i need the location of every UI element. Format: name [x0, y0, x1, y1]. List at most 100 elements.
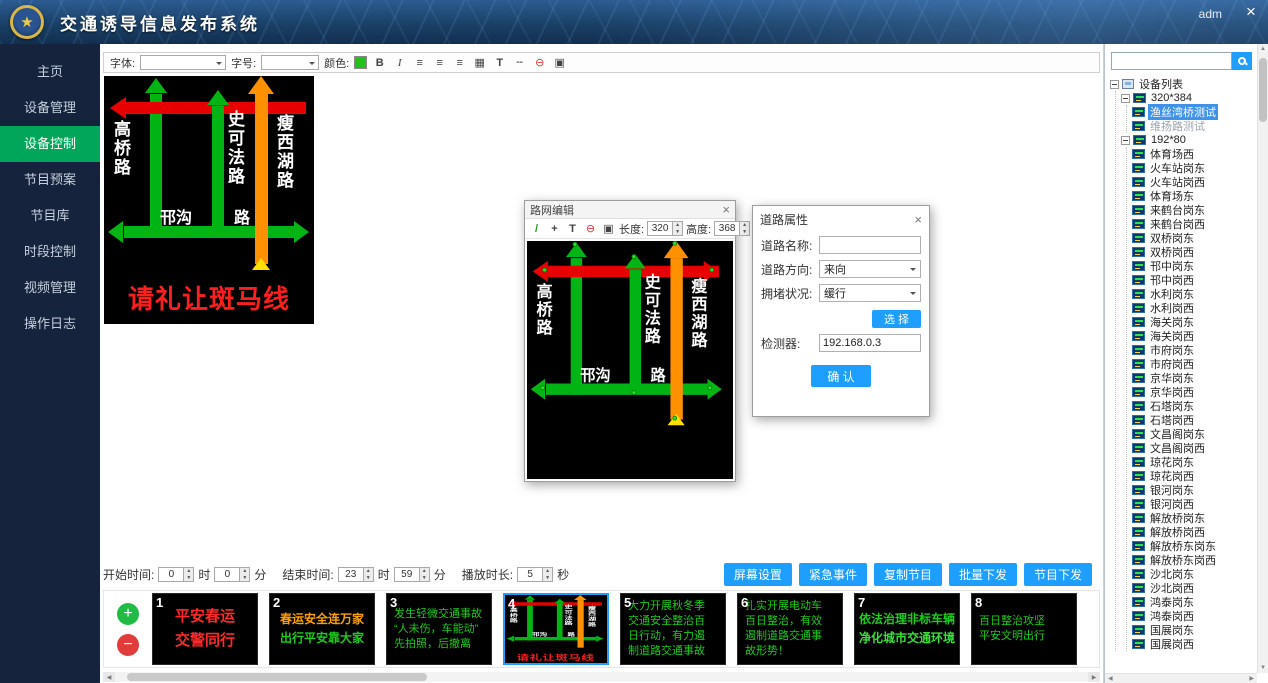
control-point[interactable]	[672, 416, 677, 421]
align-center-button[interactable]: ≡	[432, 55, 447, 70]
program-thumbnail-6[interactable]: 6 扎实开展电动车 百日整治，有效 遏制道路交通事 故形势！	[737, 593, 843, 665]
end-minute-input[interactable]: 59 ▲▼	[394, 567, 430, 582]
device-tree-item[interactable]: 石塔岗西	[1132, 413, 1255, 427]
action-button[interactable]: 屏幕设置	[724, 563, 792, 586]
device-tree-item[interactable]: 解放桥岗西	[1132, 525, 1255, 539]
spacing-button[interactable]: ╌	[512, 55, 527, 70]
device-tree-item[interactable]: 来鹤台岗西	[1132, 217, 1255, 231]
device-tree-item[interactable]: 鸿泰岗西	[1132, 609, 1255, 623]
control-point[interactable]	[708, 385, 713, 390]
sidebar-item[interactable]: 设备控制	[0, 126, 100, 162]
device-tree-item[interactable]: 体育场西	[1132, 147, 1255, 161]
spin-down-icon[interactable]: ▼	[240, 575, 249, 582]
device-tree-item[interactable]: 琼花岗西	[1132, 469, 1255, 483]
bold-button[interactable]: B	[372, 55, 387, 70]
scroll-left-icon[interactable]: ◀	[1108, 675, 1113, 682]
device-tree-item[interactable]: 解放桥岗东	[1132, 511, 1255, 525]
program-thumbnail-4-selected[interactable]: 4	[503, 593, 609, 665]
color-swatch[interactable]	[354, 56, 367, 69]
spin-down-icon[interactable]: ▼	[673, 229, 682, 236]
align-right-button[interactable]: ≡	[452, 55, 467, 70]
height-input[interactable]: 368 ▲▼	[714, 221, 750, 236]
window-titlebar[interactable]: 路网编辑 ×	[525, 201, 735, 219]
sidebar-item[interactable]: 操作日志	[0, 306, 100, 342]
device-tree-item[interactable]: 国展岗东	[1132, 623, 1255, 637]
sidebar-item[interactable]: 时段控制	[0, 234, 100, 270]
add-program-button[interactable]: +	[117, 603, 139, 625]
device-tree-item[interactable]: 市府岗西	[1132, 357, 1255, 371]
start-minute-input[interactable]: 0 ▲▼	[214, 567, 250, 582]
sidebar-item[interactable]: 视频管理	[0, 270, 100, 306]
sidebar-item[interactable]: 节目预案	[0, 162, 100, 198]
scroll-down-icon[interactable]: ▼	[1258, 663, 1268, 673]
device-tree-item[interactable]: 沙北岗西	[1132, 581, 1255, 595]
device-tree-item[interactable]: 石塔岗东	[1132, 399, 1255, 413]
device-tree-item[interactable]: 水利岗西	[1132, 301, 1255, 315]
spin-down-icon[interactable]: ▼	[364, 575, 373, 582]
program-thumbnail-2[interactable]: 2 春运安全连万家 出行平安靠大家	[269, 593, 375, 665]
close-window-button[interactable]: ×	[1242, 2, 1260, 22]
sign-preview[interactable]: 高桥路 史可法路 瘦西湖路 邗沟 路 请礼让斑马线	[104, 76, 314, 324]
close-icon[interactable]: ×	[722, 202, 730, 217]
scrollbar-thumb[interactable]	[127, 673, 427, 681]
search-button[interactable]	[1232, 52, 1252, 70]
device-search-input[interactable]	[1111, 52, 1232, 70]
text-tool-button[interactable]: T	[565, 221, 580, 236]
italic-button[interactable]: I	[392, 55, 407, 70]
device-tree-item[interactable]: 火车站岗西	[1132, 175, 1255, 189]
scroll-left-icon[interactable]: ◀	[103, 672, 115, 682]
font-select[interactable]	[140, 55, 226, 70]
end-hour-input[interactable]: 23 ▲▼	[338, 567, 374, 582]
scroll-right-icon[interactable]: ▶	[1249, 675, 1254, 682]
congestion-select[interactable]: 缓行	[819, 284, 921, 302]
control-point[interactable]	[632, 254, 637, 259]
tree-group-320x384[interactable]: 320*384	[1121, 91, 1255, 105]
sidebar-item[interactable]: 节目库	[0, 198, 100, 234]
tree-group-192x80[interactable]: 192*80	[1121, 133, 1255, 147]
font-size-select[interactable]	[261, 55, 319, 70]
roadnet-canvas[interactable]: 高桥路 史可法路 瘦西湖路 邗沟 路 请礼让斑马线	[527, 241, 733, 479]
save-button[interactable]: ▣	[552, 55, 567, 70]
device-tree-item[interactable]: 双桥岗西	[1132, 245, 1255, 259]
dialog-titlebar[interactable]: 道路属性 ×	[753, 206, 929, 230]
spin-down-icon[interactable]: ▼	[184, 575, 193, 582]
device-tree-item[interactable]: 海关岗东	[1132, 315, 1255, 329]
save-button[interactable]: ▣	[601, 221, 616, 236]
length-input[interactable]: 320 ▲▼	[647, 221, 683, 236]
tree-root[interactable]: 设备列表	[1110, 77, 1255, 91]
device-tree-item[interactable]: 邗中岗东	[1132, 259, 1255, 273]
action-button[interactable]: 批量下发	[949, 563, 1017, 586]
device-tree-item[interactable]: 海关岗西	[1132, 329, 1255, 343]
scroll-up-icon[interactable]: ▲	[1258, 44, 1268, 54]
spin-down-icon[interactable]: ▼	[420, 575, 429, 582]
align-left-button[interactable]: ≡	[412, 55, 427, 70]
program-thumbnail-1[interactable]: 1 平安春运 交警同行	[152, 593, 258, 665]
confirm-button[interactable]: 确 认	[811, 365, 870, 387]
device-tree-item[interactable]: 维扬路测试	[1132, 119, 1255, 133]
collapse-icon[interactable]	[1121, 136, 1130, 145]
control-point[interactable]	[542, 268, 547, 273]
start-hour-input[interactable]: 0 ▲▼	[158, 567, 194, 582]
road-name-input[interactable]	[819, 236, 921, 254]
control-point[interactable]	[632, 390, 637, 395]
action-button[interactable]: 紧急事件	[799, 563, 867, 586]
collapse-icon[interactable]	[1121, 94, 1130, 103]
close-icon[interactable]: ×	[914, 212, 922, 227]
control-point[interactable]	[573, 242, 578, 247]
scrollbar-thumb[interactable]	[1259, 58, 1267, 122]
device-tree-item[interactable]: 沙北岗东	[1132, 567, 1255, 581]
insert-image-button[interactable]: ▦	[472, 55, 487, 70]
strip-scrollbar[interactable]: ◀ ▶	[103, 672, 1100, 682]
control-point[interactable]	[709, 268, 714, 273]
detector-input[interactable]	[819, 334, 921, 352]
road-direction-select[interactable]: 来向	[819, 260, 921, 278]
scroll-right-icon[interactable]: ▶	[1088, 672, 1100, 682]
delete-button[interactable]: ⊖	[532, 55, 547, 70]
action-button[interactable]: 复制节目	[874, 563, 942, 586]
device-tree-item[interactable]: 文昌阁岗西	[1132, 441, 1255, 455]
device-tree-item[interactable]: 银河岗东	[1132, 483, 1255, 497]
sidebar-item[interactable]: 主页	[0, 54, 100, 90]
duration-input[interactable]: 5 ▲▼	[517, 567, 553, 582]
device-tree-item[interactable]: 水利岗东	[1132, 287, 1255, 301]
device-tree-item[interactable]: 邗中岗西	[1132, 273, 1255, 287]
